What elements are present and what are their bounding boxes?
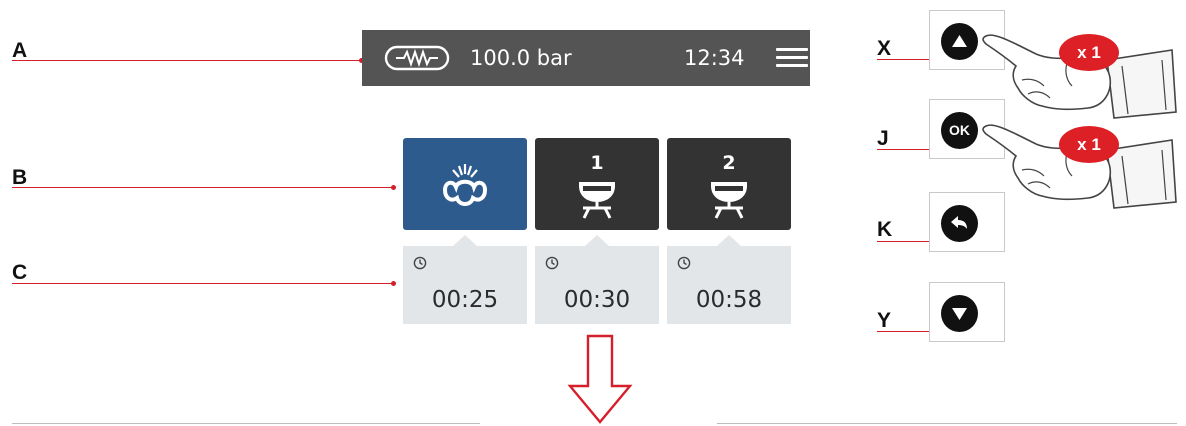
clock-icon: [677, 256, 691, 270]
panel-pointer: [453, 235, 477, 246]
callout-x-line: [877, 59, 931, 60]
timer-value: 00:30: [563, 287, 631, 313]
callout-y: Y: [877, 309, 892, 332]
down-button-circle: [941, 295, 978, 332]
press-count-badge-up: x 1: [1059, 34, 1119, 71]
timer-panel-group-1: 00:30: [535, 235, 659, 324]
rinse-icon: [442, 164, 488, 206]
clock-readout: 12:34: [684, 46, 745, 70]
panel-pointer: [585, 235, 609, 246]
callout-b-dot: [391, 185, 396, 190]
program-number: 2: [722, 152, 736, 174]
program-number: 1: [590, 152, 604, 174]
group-2-cup-icon: [711, 182, 747, 219]
callout-k-line: [877, 241, 931, 242]
callout-c-line: [12, 283, 394, 284]
callout-a: A: [12, 39, 28, 62]
timer-panel-group-2: 00:58: [667, 235, 791, 324]
callout-j: J: [877, 127, 889, 150]
timer-value: 00:58: [695, 287, 763, 313]
program-tile-group-2[interactable]: 2: [667, 138, 791, 230]
pressure-gauge-icon: [384, 45, 450, 71]
back-button-circle: [941, 205, 978, 242]
callout-b: B: [12, 166, 28, 189]
callout-a-line: [12, 60, 362, 61]
divider-left: [12, 423, 480, 424]
up-arrow-icon: [952, 35, 967, 47]
status-bar: 100.0 bar 12:34: [362, 30, 810, 86]
timer-value: 00:25: [431, 287, 499, 313]
callout-k: K: [877, 218, 893, 241]
pressure-readout: 100.0 bar: [470, 46, 572, 70]
program-tile-rinse[interactable]: [403, 138, 527, 230]
down-button[interactable]: [929, 282, 1005, 342]
callout-c-dot: [391, 281, 396, 286]
callout-j-line: [877, 149, 931, 150]
callout-x: X: [877, 37, 892, 60]
clock-icon: [413, 256, 427, 270]
clock-icon: [545, 256, 559, 270]
program-tile-group-1[interactable]: 1: [535, 138, 659, 230]
back-arrow-icon: [951, 216, 967, 229]
hamburger-menu-icon[interactable]: [776, 47, 808, 69]
panel-pointer: [717, 235, 741, 246]
down-arrow-icon: [952, 308, 967, 320]
press-count-badge-ok: x 1: [1059, 126, 1119, 163]
callout-c: C: [12, 261, 28, 284]
timer-panel-rinse: 00:25: [403, 235, 527, 324]
flow-down-arrow-icon: [567, 334, 633, 424]
group-1-cup-icon: [579, 182, 615, 219]
callout-b-line: [12, 187, 394, 188]
callout-y-line: [877, 331, 931, 332]
divider-right: [717, 423, 1177, 424]
